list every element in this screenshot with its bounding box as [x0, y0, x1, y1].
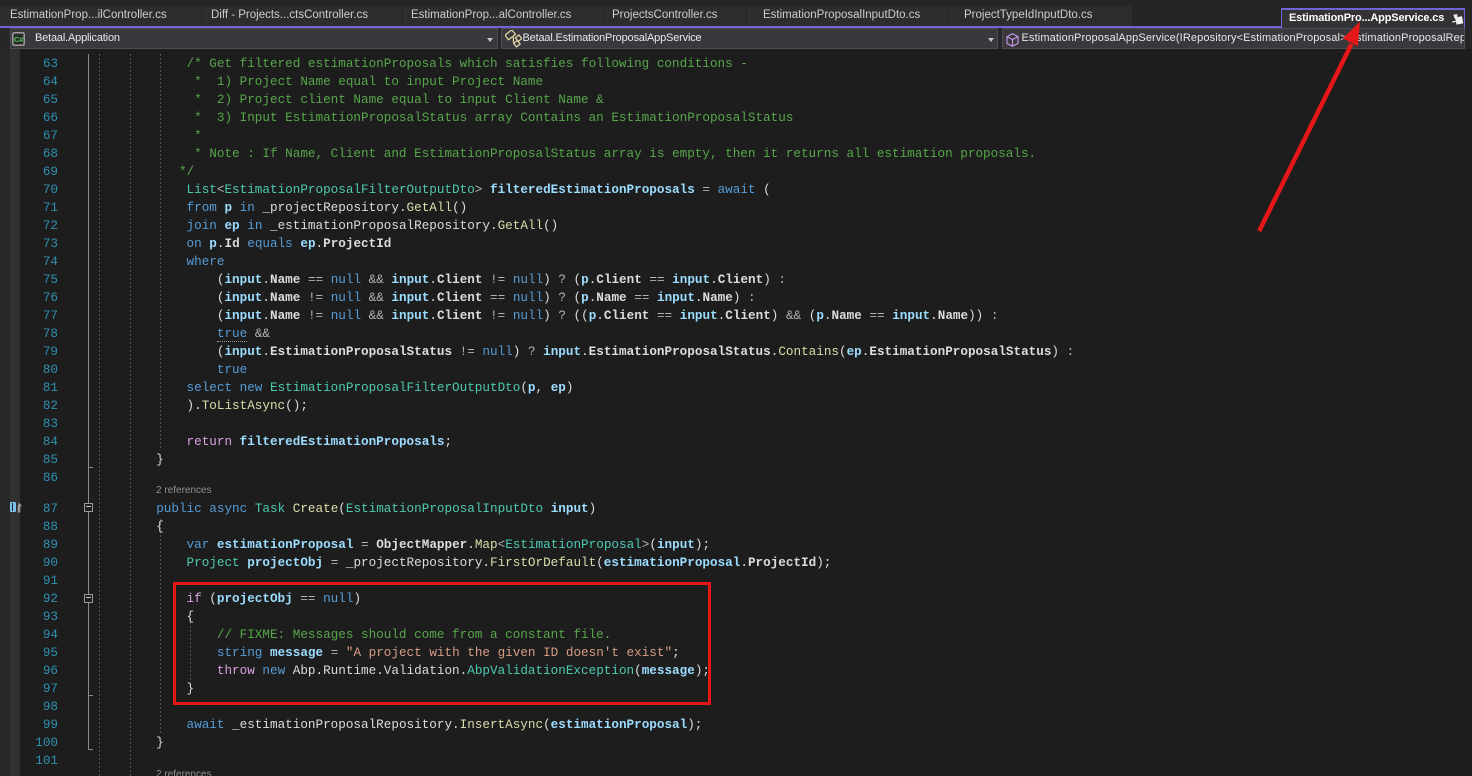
svg-text:C#: C#	[14, 35, 23, 44]
